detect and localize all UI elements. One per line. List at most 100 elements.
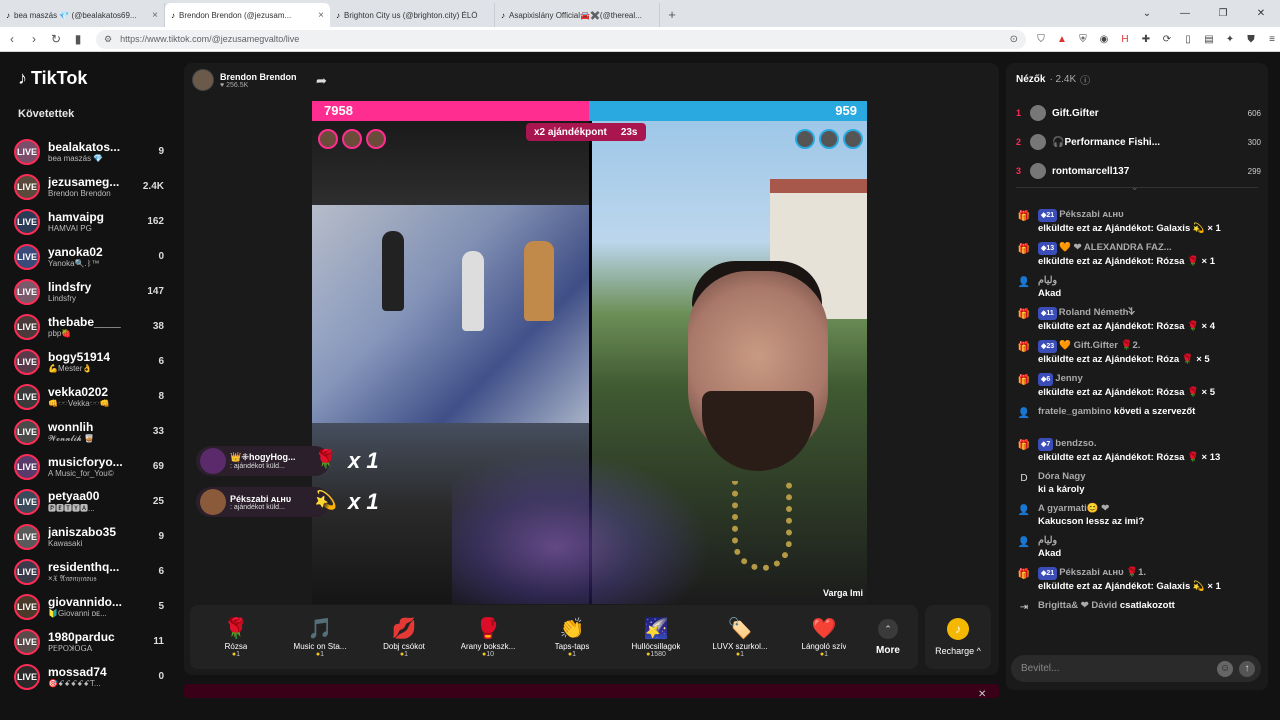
following-item[interactable]: LIVE janiszabo35 Kawasaki 9 xyxy=(14,519,164,554)
message-author[interactable]: Pékszabi ᴀʟʜᴜ xyxy=(1059,209,1123,220)
chat-input[interactable] xyxy=(1021,663,1217,674)
top-viewer-row[interactable]: 1 Gift.Gifter 606 xyxy=(1016,102,1261,124)
browser-tab-1[interactable]: ♪ bea maszás 💎 (@bealakatos69... × xyxy=(0,3,165,27)
share-icon[interactable]: ➦ xyxy=(316,73,327,89)
forward-icon[interactable]: › xyxy=(24,32,44,46)
gifter-avatar[interactable] xyxy=(795,129,815,149)
close-banner-icon[interactable]: ✕ xyxy=(978,689,986,700)
live-avatar[interactable]: LIVE xyxy=(14,523,40,550)
close-window-icon[interactable]: ✕ xyxy=(1242,8,1280,19)
new-tab-button[interactable]: + xyxy=(660,3,684,27)
browser-tab-4[interactable]: ♪ Asapixislány Official🚘✖️(@thereal... xyxy=(495,3,660,27)
following-item[interactable]: LIVE giovannido... 🔰Giovanni ᴅᴇ... 5 xyxy=(14,589,164,624)
sidebar-icon[interactable]: ▯ xyxy=(1181,34,1195,45)
gift-item[interactable]: 👏 Taps-taps ●1 xyxy=(530,616,614,658)
close-tab-icon[interactable]: × xyxy=(152,10,158,21)
sync-icon[interactable]: ⟳ xyxy=(1160,34,1174,45)
following-item[interactable]: LIVE hamvaipg HAMVAI PG 162 xyxy=(14,204,164,239)
browser-tab-3[interactable]: ♪ Brighton City us (@brighton.city) ÉLŐ xyxy=(330,3,495,27)
live-avatar[interactable]: LIVE xyxy=(14,173,40,200)
following-item[interactable]: LIVE mossad74 🎯ꗃꗃꗃꗃꗃT... 0 xyxy=(14,659,164,694)
live-avatar[interactable]: LIVE xyxy=(14,313,40,340)
gift-item[interactable]: ❤️ Lángoló szív ●1 xyxy=(782,616,866,658)
minimize-icon[interactable]: — xyxy=(1166,8,1204,19)
message-author[interactable]: Pékszabi ᴀʟʜᴜ 🌹1. xyxy=(1059,567,1146,578)
following-item[interactable]: LIVE musicforyo... A Music_for_You© 69 xyxy=(14,449,164,484)
following-item[interactable]: LIVE lindsfry Lindsfry 147 xyxy=(14,274,164,309)
live-avatar[interactable]: LIVE xyxy=(14,453,40,480)
tiktok-logo[interactable]: ♪ TikTok xyxy=(18,68,87,89)
live-avatar[interactable]: LIVE xyxy=(14,278,40,305)
live-avatar[interactable]: LIVE xyxy=(14,593,40,620)
recharge-button[interactable]: ♪ Recharge ^ xyxy=(925,605,991,669)
gifter-avatar[interactable] xyxy=(843,129,863,149)
gifter-avatar[interactable] xyxy=(819,129,839,149)
gifter-avatar[interactable] xyxy=(342,129,362,149)
browser-tab-2[interactable]: ♪ Brendon Brendon (@jezusam... × xyxy=(165,3,330,27)
message-author[interactable]: Roland Németh𐊙 xyxy=(1059,307,1136,318)
brave-shield-icon[interactable]: ⛉ xyxy=(1034,34,1048,45)
info-icon[interactable]: ⓘ xyxy=(1080,72,1090,87)
message-author[interactable]: Brigitta& ❤ Dávid xyxy=(1038,600,1117,611)
chevron-down-icon[interactable]: ⌄ xyxy=(1131,182,1139,193)
gift-item[interactable]: 🌠 Hullócsillagok ●1580 xyxy=(614,616,698,658)
message-author[interactable]: 🧡 Gift.Gifter 🌹2. xyxy=(1059,340,1140,351)
gifter-avatar[interactable] xyxy=(366,129,386,149)
viewers-header[interactable]: Nézők · 2.4K ⓘ xyxy=(1016,72,1090,87)
following-item[interactable]: LIVE wonnlih 𝓦𝓸𝓷𝓷𝓵𝓲𝓱 🥃 33 xyxy=(14,414,164,449)
live-avatar[interactable]: LIVE xyxy=(14,418,40,445)
leo-icon[interactable]: ✦ xyxy=(1223,34,1237,45)
message-author[interactable]: A gyarmati😊 ❤ xyxy=(1038,503,1109,514)
live-avatar[interactable]: LIVE xyxy=(14,138,40,165)
more-gifts-button[interactable]: ⌃ More xyxy=(866,618,910,656)
message-author[interactable]: 🧡 ❤ ALEXANDRA FAZ... xyxy=(1059,242,1172,253)
message-author[interactable]: bendzso. xyxy=(1055,438,1096,449)
zoom-icon[interactable]: ⊙ xyxy=(1010,34,1018,45)
live-avatar[interactable]: LIVE xyxy=(14,488,40,515)
following-item[interactable]: LIVE bogy51914 💪Mester👌 6 xyxy=(14,344,164,379)
shield-icon[interactable]: ⛨ xyxy=(1076,34,1090,45)
vpn-icon[interactable]: ⛊ xyxy=(1244,34,1258,45)
emoji-icon[interactable]: ☺ xyxy=(1217,660,1233,677)
reload-icon[interactable]: ↻ xyxy=(46,32,66,46)
following-item[interactable]: LIVE bealakatos... bea maszás 💎 9 xyxy=(14,134,164,169)
top-viewer-row[interactable]: 3 rontomarcell137 299 xyxy=(1016,160,1261,182)
following-item[interactable]: LIVE thebabe____ pbp🍓 38 xyxy=(14,309,164,344)
following-item[interactable]: LIVE vekka0202 👊🕶️Vekka🕶️👊 8 xyxy=(14,379,164,414)
message-author[interactable]: Dóra Nagy xyxy=(1038,471,1086,482)
brave-rewards-icon[interactable]: ▲ xyxy=(1055,34,1069,45)
hls-extension-icon[interactable]: H xyxy=(1118,34,1132,45)
message-author[interactable]: وليام xyxy=(1038,275,1057,286)
gifter-avatar[interactable] xyxy=(318,129,338,149)
following-item[interactable]: LIVE residenthq... ×𝔛 𝔄𝔫𝔬𝔫𝔶𝔪𝔬𝔲𝔰 6 xyxy=(14,554,164,589)
host-name[interactable]: Brendon Brendon xyxy=(220,72,297,82)
back-icon[interactable]: ‹ xyxy=(2,32,22,46)
following-item[interactable]: LIVE petyaa00 🅿🅴🆃🆈🅰... 25 xyxy=(14,484,164,519)
live-avatar[interactable]: LIVE xyxy=(14,348,40,375)
gift-item[interactable]: 🎵 Music on Sta... ●1 xyxy=(278,616,362,658)
following-item[interactable]: LIVE jezusameg... Brendon Brendon 2.4K xyxy=(14,169,164,204)
wallet-icon[interactable]: ▤ xyxy=(1202,34,1216,45)
extension-icon[interactable]: ◉ xyxy=(1097,34,1111,45)
send-icon[interactable]: ↑ xyxy=(1239,660,1255,677)
menu-icon[interactable]: ≡ xyxy=(1265,34,1279,45)
gift-item[interactable]: 💋 Dobj csókot ●1 xyxy=(362,616,446,658)
url-field[interactable]: ⚙ https://www.tiktok.com/@jezusamegvalto… xyxy=(96,29,1026,49)
message-author[interactable]: Jenny xyxy=(1055,373,1082,384)
following-item[interactable]: LIVE 1980parduc ꓑꓰꓑꓳꓘꓳꓖꓮ 11 xyxy=(14,624,164,659)
gift-item[interactable]: 🌹 Rózsa ●1 xyxy=(194,616,278,658)
live-avatar[interactable]: LIVE xyxy=(14,383,40,410)
gift-item[interactable]: 🥊 Arany bokszk... ●10 xyxy=(446,616,530,658)
site-info-icon[interactable]: ⚙ xyxy=(104,34,112,45)
following-item[interactable]: LIVE yanoka02 Yanoka🔍.ᛒ™ 0 xyxy=(14,239,164,274)
restore-icon[interactable]: ❐ xyxy=(1204,8,1242,19)
close-tab-icon[interactable]: × xyxy=(318,10,324,21)
live-avatar[interactable]: LIVE xyxy=(14,628,40,655)
host-avatar[interactable] xyxy=(192,69,214,91)
live-avatar[interactable]: LIVE xyxy=(14,208,40,235)
puzzle-icon[interactable]: ✚ xyxy=(1139,34,1153,45)
live-avatar[interactable]: LIVE xyxy=(14,558,40,585)
message-author[interactable]: fratele_gambino xyxy=(1038,406,1111,417)
bookmark-icon[interactable]: ▮ xyxy=(68,32,88,46)
host-info[interactable]: Brendon Brendon ♥ 256.5K xyxy=(192,69,297,91)
